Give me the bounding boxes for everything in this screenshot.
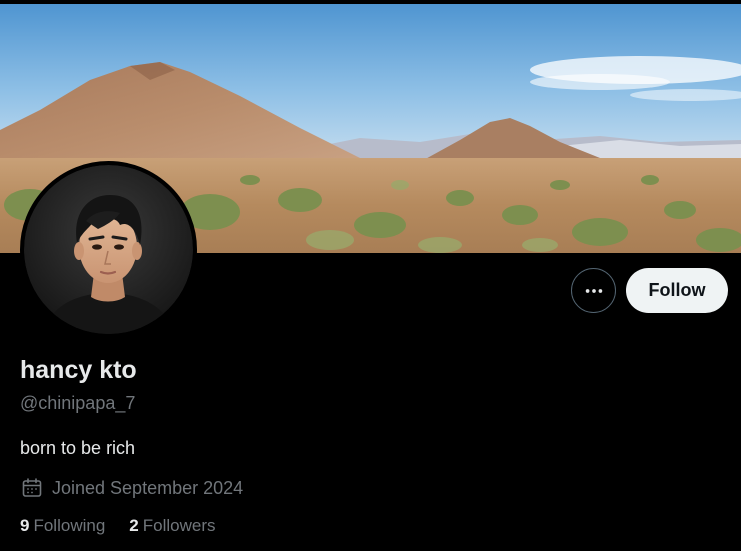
calendar-icon: [20, 476, 44, 500]
follow-stats: 9 Following 2 Followers: [20, 516, 240, 536]
joined-date: Joined September 2024: [20, 476, 243, 500]
profile-bio: born to be rich: [20, 438, 136, 458]
following-link[interactable]: 9 Following: [20, 516, 105, 536]
joined-date-text: Joined September 2024: [52, 477, 244, 498]
user-handle: @chinipapa_7: [20, 393, 136, 413]
following-label: Following: [33, 516, 106, 535]
avatar-image: [24, 165, 193, 334]
followers-count: 2: [129, 516, 139, 535]
follow-button[interactable]: Follow: [626, 268, 728, 313]
ellipsis-icon: [585, 288, 602, 293]
followers-link[interactable]: 2 Followers: [129, 516, 215, 536]
display-name: hancy kto: [20, 356, 137, 384]
avatar[interactable]: [20, 161, 197, 338]
followers-label: Followers: [142, 516, 216, 535]
more-options-button[interactable]: [571, 268, 616, 313]
following-count: 9: [20, 516, 30, 535]
